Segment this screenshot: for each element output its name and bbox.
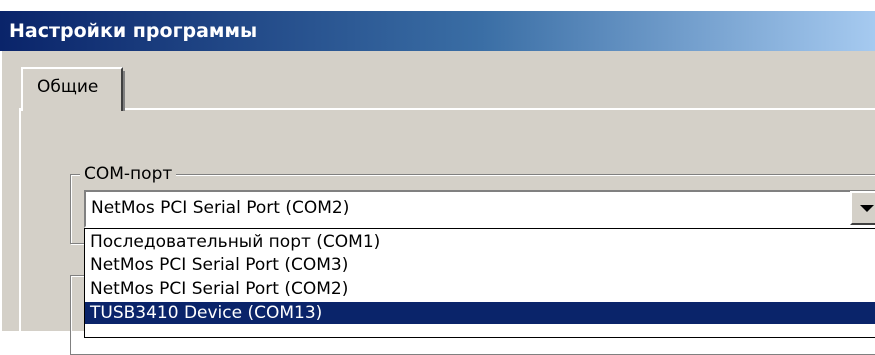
title-bar[interactable]: Настройки программы <box>0 11 875 51</box>
com-port-selected-value: NetMos PCI Serial Port (COM2) <box>91 198 350 218</box>
combobox-dropdown-button[interactable] <box>850 191 875 225</box>
com-port-groupbox-label: COM-порт <box>80 163 177 185</box>
dropdown-option[interactable]: NetMos PCI Serial Port (COM3) <box>85 254 875 276</box>
tab-general-label: Общие <box>37 77 99 97</box>
chevron-down-icon <box>860 205 874 212</box>
dropdown-option[interactable]: Последовательный порт (COM1) <box>85 231 875 253</box>
window-title: Настройки программы <box>9 20 258 42</box>
settings-window: Настройки программы Общие COM-порт NetMo… <box>0 0 875 355</box>
dropdown-option[interactable]: NetMos PCI Serial Port (COM2) <box>85 278 875 300</box>
dropdown-option-selected[interactable]: TUSB3410 Device (COM13) <box>85 302 875 324</box>
com-port-combobox[interactable]: NetMos PCI Serial Port (COM2) <box>84 190 875 228</box>
desktop-strip <box>0 0 875 11</box>
com-port-dropdown-list[interactable]: Последовательный порт (COM1) NetMos PCI … <box>84 228 875 338</box>
tab-general[interactable]: Общие <box>21 67 125 111</box>
